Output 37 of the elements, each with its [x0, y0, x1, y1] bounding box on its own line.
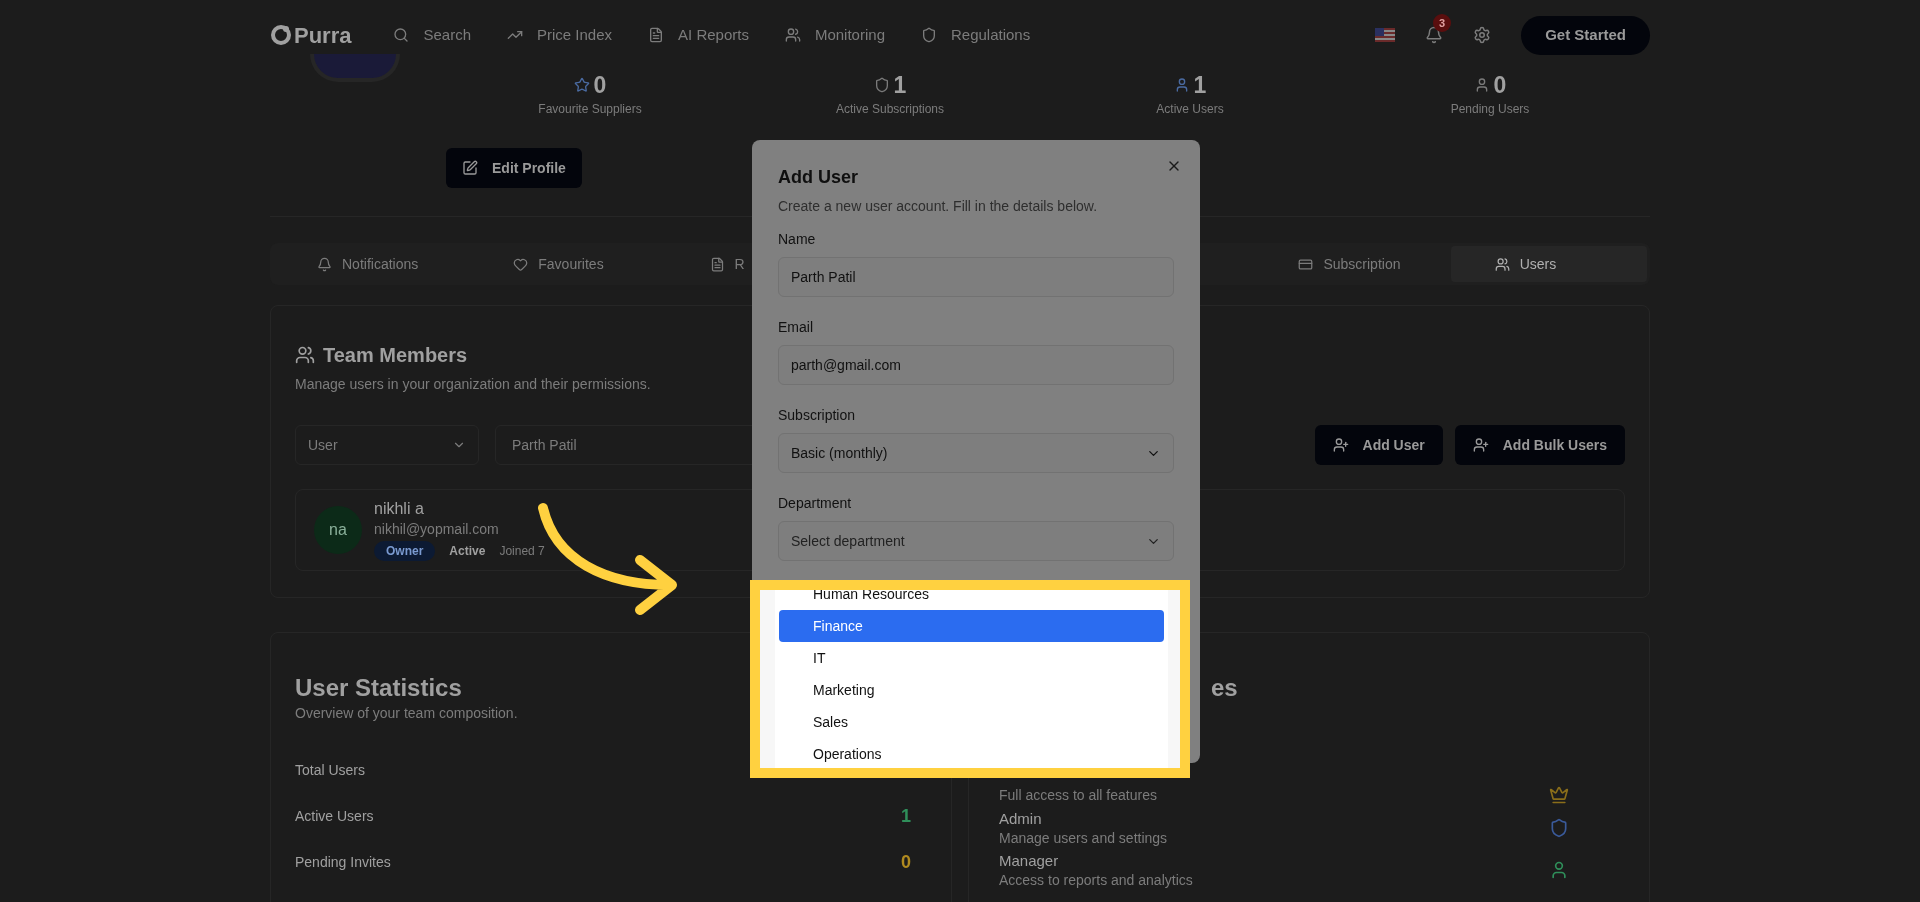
- member-avatar: na: [314, 506, 362, 554]
- stat-value: 0: [593, 71, 607, 100]
- dialog-title: Add User: [778, 166, 858, 188]
- stat-label: Active Subscriptions: [835, 101, 944, 118]
- role-name: Admin: [999, 809, 1043, 829]
- stat-label: Active Users: [1156, 101, 1224, 118]
- card-title: User Statistics: [295, 673, 462, 703]
- card-subtitle: Overview of your team composition.: [295, 704, 518, 723]
- stat-label: Favourite Suppliers: [538, 101, 642, 118]
- section-subtitle: Manage users in your organization and their permissions.: [295, 375, 651, 394]
- stat-row-value: 1: [901, 804, 911, 828]
- stat-row-label: Total Users: [295, 760, 366, 780]
- stat-value: 1: [893, 71, 907, 100]
- stat-value: 1: [1193, 71, 1207, 100]
- stat-row-label: Pending Invites: [295, 852, 391, 872]
- notification-count: 3: [1433, 14, 1452, 32]
- status-text: Active: [449, 543, 486, 560]
- role-description: Manage users and settings: [999, 829, 1168, 847]
- member-name: nikhli a: [374, 499, 425, 519]
- member-email: nikhil@yopmail.com: [374, 520, 500, 539]
- field-label: Name: [778, 230, 816, 249]
- field-label: Department: [778, 494, 852, 513]
- card-title: es: [1211, 673, 1238, 703]
- joined-date: Joined 7: [499, 543, 545, 560]
- field-label: Email: [778, 318, 813, 337]
- role-description: Access to reports and analytics: [999, 871, 1193, 889]
- stat-value: 0: [1493, 71, 1507, 100]
- stat-label: Pending Users: [1450, 101, 1530, 118]
- dialog-description: Create a new user account. Fill in the details below.: [778, 197, 1098, 216]
- section-title: Team Members: [323, 343, 468, 368]
- stat-row-value: 0: [901, 850, 911, 874]
- role-description: Full access to all features: [999, 786, 1157, 804]
- stat-row-label: Active Users: [295, 806, 374, 826]
- role-badge: Owner: [374, 541, 436, 561]
- field-label: Subscription: [778, 406, 856, 425]
- logo-text: Purra: [294, 21, 352, 50]
- role-name: Manager: [999, 851, 1060, 871]
